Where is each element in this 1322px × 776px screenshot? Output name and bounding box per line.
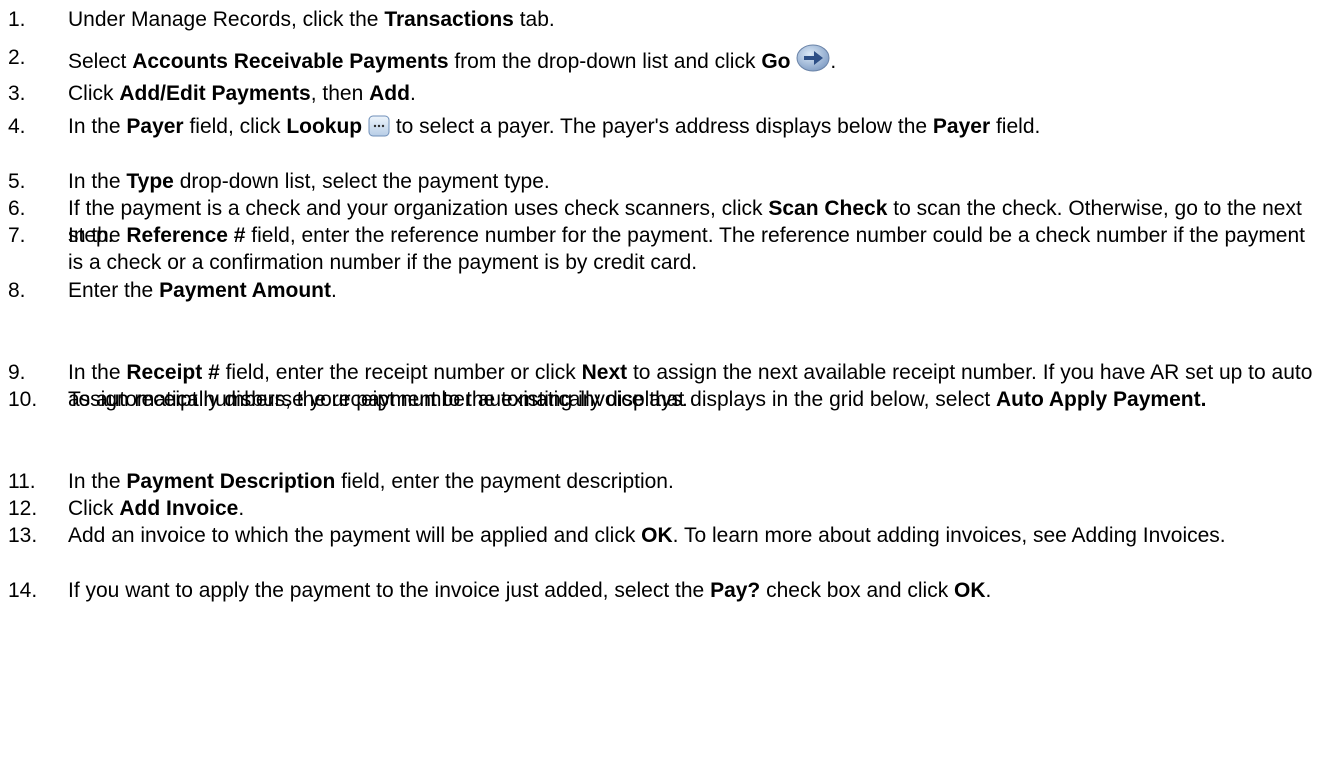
bold-term: Add bbox=[369, 82, 410, 105]
step-text: Under Manage Records, click the Transact… bbox=[68, 6, 1318, 33]
step-text: To automatically disburse your payment t… bbox=[68, 386, 1318, 413]
lookup-icon bbox=[368, 115, 390, 144]
text-run: Click bbox=[68, 82, 120, 105]
bold-term: Payer bbox=[126, 115, 184, 138]
text-run: In the bbox=[68, 170, 127, 193]
step-text: Select Accounts Receivable Payments from… bbox=[68, 44, 1318, 79]
step-number: 4. bbox=[8, 115, 26, 138]
bold-term: Add/Edit Payments bbox=[119, 82, 311, 105]
step-number: 2. bbox=[8, 46, 26, 69]
text-run: check box and click bbox=[760, 579, 955, 602]
step-text: Add an invoice to which the payment will… bbox=[68, 522, 1318, 549]
text-run: In the bbox=[68, 224, 127, 247]
step-number: 5. bbox=[8, 170, 26, 193]
text-run: . bbox=[238, 497, 245, 520]
bold-term: Scan Check bbox=[768, 197, 888, 220]
text-run: . bbox=[330, 279, 337, 302]
text-run: drop-down list, select the payment type. bbox=[173, 170, 550, 193]
text-run: If the payment is a check and your organ… bbox=[68, 197, 769, 220]
text-run: field, enter the reference number for th… bbox=[68, 224, 1306, 274]
bold-term: Auto Apply Payment. bbox=[996, 388, 1207, 411]
bold-term: Payer bbox=[932, 115, 991, 138]
step-text: In the Payer field, click Lookup to sele… bbox=[68, 113, 1318, 144]
step-number: 6. bbox=[8, 197, 26, 220]
bold-term: Lookup bbox=[286, 115, 363, 138]
text-run: If you want to apply the payment to the … bbox=[68, 579, 711, 602]
text-run: field, enter the payment description. bbox=[335, 470, 674, 493]
bold-term: Payment Amount bbox=[159, 279, 331, 302]
text-run: , then bbox=[310, 82, 370, 105]
text-run: Select bbox=[68, 50, 133, 73]
text-run: To automatically disburse your payment t… bbox=[68, 388, 996, 411]
bold-term: Payment Description bbox=[126, 470, 336, 493]
bold-term: Go bbox=[761, 50, 791, 73]
text-run: In the bbox=[68, 361, 127, 384]
text-run: Click bbox=[68, 497, 120, 520]
bold-term: Accounts Receivable Payments bbox=[132, 50, 449, 73]
go-arrow-icon bbox=[796, 44, 830, 79]
text-run: . bbox=[985, 579, 992, 602]
bold-term: Type bbox=[126, 170, 174, 193]
step-number: 14. bbox=[8, 579, 38, 602]
step-text: In the Payment Description field, enter … bbox=[68, 468, 1318, 495]
bold-term: OK bbox=[954, 579, 986, 602]
step-number: 1. bbox=[8, 8, 26, 31]
step-text: If you want to apply the payment to the … bbox=[68, 577, 1318, 604]
text-run: . bbox=[830, 50, 837, 73]
step-number: 7. bbox=[8, 224, 26, 247]
text-run: Enter the bbox=[68, 279, 160, 302]
step-text: Enter the Payment Amount. bbox=[68, 277, 1318, 304]
text-run: to select a payer. The payer's address d… bbox=[389, 115, 933, 138]
bold-term: OK bbox=[641, 524, 673, 547]
bold-term: Transactions bbox=[384, 8, 514, 31]
bold-term: Pay? bbox=[710, 579, 761, 602]
text-run: from the drop-down list and click bbox=[448, 50, 762, 73]
step-number: 13. bbox=[8, 524, 38, 547]
step-number: 3. bbox=[8, 82, 26, 105]
text-run: field, click bbox=[183, 115, 287, 138]
text-run: Under Manage Records, click the bbox=[68, 8, 385, 31]
step-text: In the Type drop-down list, select the p… bbox=[68, 168, 1318, 195]
text-run: field. bbox=[990, 115, 1041, 138]
step-text: Click Add Invoice. bbox=[68, 495, 1318, 522]
text-run: tab. bbox=[513, 8, 555, 31]
text-run: In the bbox=[68, 115, 127, 138]
step-number: 9. bbox=[8, 361, 26, 384]
bold-term: Add Invoice bbox=[119, 497, 239, 520]
text-run: In the bbox=[68, 470, 127, 493]
step-number: 12. bbox=[8, 497, 38, 520]
text-run: . To learn more about adding invoices, s… bbox=[672, 524, 1226, 547]
step-number: 8. bbox=[8, 279, 26, 302]
text-run: Add an invoice to which the payment will… bbox=[68, 524, 642, 547]
step-text: Click Add/Edit Payments, then Add. bbox=[68, 80, 1318, 107]
text-run: . bbox=[409, 82, 416, 105]
bold-term: Receipt # bbox=[126, 361, 220, 384]
step-text: In the Reference # field, enter the refe… bbox=[68, 222, 1318, 276]
bold-term: Reference # bbox=[126, 224, 246, 247]
text-run: field, enter the receipt number or click bbox=[219, 361, 582, 384]
step-number: 10. bbox=[8, 388, 38, 411]
step-number: 11. bbox=[8, 470, 36, 493]
bold-term: Next bbox=[581, 361, 628, 384]
